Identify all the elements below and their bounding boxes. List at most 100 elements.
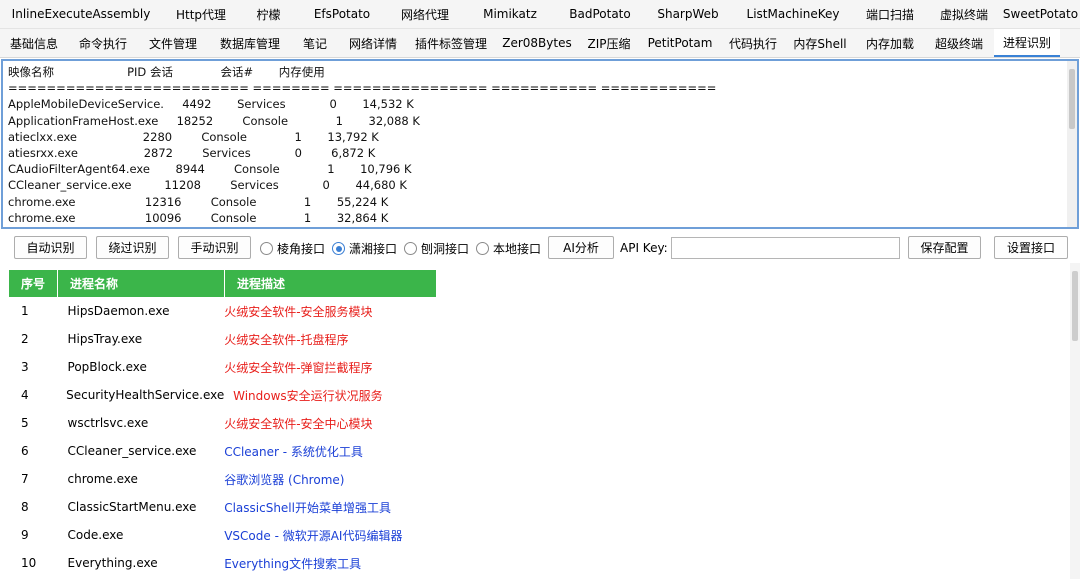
cell-index: 1	[21, 304, 29, 318]
cell-process-name: HipsTray.exe	[67, 332, 143, 346]
radio-icon	[476, 242, 489, 255]
table-row[interactable]: 8 ClassicStartMenu.exe ClassicShell开始菜单增…	[9, 493, 437, 521]
table-row[interactable]: 7 chrome.exe 谷歌浏览器 (Chrome)	[9, 465, 437, 493]
api-key-input[interactable]	[671, 237, 900, 259]
column-header-index[interactable]: 序号	[9, 270, 58, 297]
table-row[interactable]: 10 Everything.exe Everything文件搜索工具	[9, 549, 437, 577]
bypass-identify-button[interactable]: 绕过识别	[96, 236, 169, 259]
manual-identify-button[interactable]: 手动识别	[178, 236, 251, 259]
table-row[interactable]: 6 CCleaner_service.exe CCleaner - 系统优化工具	[9, 437, 437, 465]
tab-virtual-terminal[interactable]: 虚拟终端	[927, 0, 1001, 28]
tab-sweetpotato[interactable]: SweetPotato	[1001, 0, 1080, 28]
api-key-label: API Key:	[620, 241, 668, 255]
radio-xiaoxiang-api[interactable]: 潇湘接口	[332, 240, 397, 257]
tab-file-manager[interactable]: 文件管理	[138, 29, 208, 57]
cell-process-name: chrome.exe	[67, 472, 138, 486]
save-config-button[interactable]: 保存配置	[908, 236, 981, 259]
output-line: atieclxx.exe 2280 Console 1 13,792 K	[8, 129, 379, 144]
cell-index: 2	[21, 332, 29, 346]
tab-super-terminal[interactable]: 超级终端	[924, 29, 994, 57]
radio-lengjiao-api[interactable]: 棱角接口	[260, 240, 325, 257]
radio-selected-icon	[332, 242, 345, 255]
table-row[interactable]: 5 wsctrlsvc.exe 火绒安全软件-安全中心模块	[9, 409, 437, 437]
tab-basic-info[interactable]: 基础信息	[0, 29, 68, 57]
cell-index: 8	[21, 500, 29, 514]
table-row[interactable]: 2 HipsTray.exe 火绒安全软件-托盘程序	[9, 325, 437, 353]
tab-notes[interactable]: 笔记	[292, 29, 338, 57]
tab-plugin-tag-manager[interactable]: 插件标签管理	[408, 29, 494, 57]
radio-label: 刨洞接口	[421, 242, 470, 256]
tab-inlineexecuteassembly[interactable]: InlineExecuteAssembly	[0, 0, 162, 28]
cell-process-desc: Windows安全运行状况服务	[233, 388, 383, 403]
cell-process-name: Everything.exe	[67, 556, 158, 570]
table-header: 序号 进程名称 进程描述	[9, 270, 437, 297]
cell-process-name: CCleaner_service.exe	[67, 444, 197, 458]
tab-lemon[interactable]: 柠檬	[240, 0, 297, 28]
tasklist-output-textarea[interactable]: 映像名称 PID 会话 会话# 内存使用 ===================…	[1, 59, 1079, 229]
cell-process-desc: 火绒安全软件-安全服务模块	[224, 304, 373, 319]
cell-index: 6	[21, 444, 29, 458]
tab-zer08bytes[interactable]: Zer08Bytes	[494, 29, 580, 57]
tab-http-proxy[interactable]: Http代理	[162, 0, 240, 28]
column-header-process-name[interactable]: 进程名称	[58, 270, 225, 297]
tab-code-exec[interactable]: 代码执行	[722, 29, 784, 57]
set-interface-button[interactable]: 设置接口	[994, 236, 1068, 259]
column-header-process-desc[interactable]: 进程描述	[225, 270, 437, 297]
table-row[interactable]: 1 HipsDaemon.exe 火绒安全软件-安全服务模块	[9, 297, 437, 325]
tab-command-exec[interactable]: 命令执行	[68, 29, 138, 57]
cell-process-desc: CCleaner - 系统优化工具	[224, 444, 363, 459]
tab-process-identify[interactable]: 进程识别	[994, 29, 1060, 57]
output-scrollbar-thumb[interactable]	[1069, 69, 1075, 129]
tab-petitpotam[interactable]: PetitPotam	[638, 29, 722, 57]
radio-baodong-api[interactable]: 刨洞接口	[404, 240, 469, 257]
cell-process-name: ClassicStartMenu.exe	[67, 500, 197, 514]
process-result-table: 序号 进程名称 进程描述 1 HipsDaemon.exe 火绒安全软件-安全服…	[9, 270, 437, 577]
table-row[interactable]: 3 PopBlock.exe 火绒安全软件-弹窗拦截程序	[9, 353, 437, 381]
cell-index: 5	[21, 416, 29, 430]
table-row[interactable]: 4 SecurityHealthService.exe Windows安全运行状…	[9, 381, 437, 409]
cell-index: 7	[21, 472, 29, 486]
cell-process-name: HipsDaemon.exe	[67, 304, 170, 318]
tasklist-output-text: 映像名称 PID 会话 会话# 内存使用 ===================…	[3, 61, 1077, 226]
tab-efspotato[interactable]: EfsPotato	[297, 0, 387, 28]
cell-process-name: PopBlock.exe	[67, 360, 147, 374]
cell-index: 3	[21, 360, 29, 374]
ai-analyze-button[interactable]: AI分析	[548, 236, 614, 259]
tab-sharpweb[interactable]: SharpWeb	[643, 0, 733, 28]
tab-database-manager[interactable]: 数据库管理	[208, 29, 292, 57]
tab-network-details[interactable]: 网络详情	[338, 29, 408, 57]
output-line: chrome.exe 12316 Console 1 55,224 K	[8, 194, 389, 209]
radio-label: 棱角接口	[277, 242, 326, 256]
tab-port-scan[interactable]: 端口扫描	[853, 0, 927, 28]
tab-zip-compress[interactable]: ZIP压缩	[580, 29, 638, 57]
cell-index: 9	[21, 528, 29, 542]
output-line: CAudioFilterAgent64.exe 8944 Console 1 1…	[8, 162, 412, 177]
table-row[interactable]: 9 Code.exe VSCode - 微软开源AI代码编辑器	[9, 521, 437, 549]
radio-local-api[interactable]: 本地接口	[476, 240, 541, 257]
cell-process-desc: 火绒安全软件-弹窗拦截程序	[224, 360, 373, 375]
tab-mimikatz[interactable]: Mimikatz	[463, 0, 557, 28]
cell-process-desc: 谷歌浏览器 (Chrome)	[224, 472, 345, 487]
tab-network-proxy[interactable]: 网络代理	[387, 0, 463, 28]
tab-memory-shell[interactable]: 内存Shell	[784, 29, 856, 57]
cell-process-desc: Everything文件搜索工具	[224, 556, 362, 571]
cell-process-desc: 火绒安全软件-托盘程序	[224, 332, 349, 347]
output-line: atiesrxx.exe 2872 Services 0 6,872 K	[8, 146, 376, 161]
cell-process-desc: VSCode - 微软开源AI代码编辑器	[224, 528, 403, 543]
output-line: AppleMobileDeviceService. 4492 Services …	[8, 97, 414, 112]
plugin-tab-row-2: 基础信息 命令执行 文件管理 数据库管理 笔记 网络详情 插件标签管理 Zer0…	[0, 29, 1080, 58]
output-scrollbar[interactable]	[1067, 61, 1077, 227]
result-scrollbar-thumb[interactable]	[1072, 271, 1078, 341]
output-line: ApplicationFrameHost.exe 18252 Console 1…	[8, 113, 420, 128]
tab-listmachinekey[interactable]: ListMachineKey	[733, 0, 853, 28]
cell-index: 4	[21, 388, 29, 402]
radio-label: 本地接口	[493, 242, 542, 256]
auto-identify-button[interactable]: 自动识别	[14, 236, 87, 259]
tab-badpotato[interactable]: BadPotato	[557, 0, 643, 28]
cell-process-name: wsctrlsvc.exe	[67, 416, 149, 430]
controls-bar: 自动识别 绕过识别 手动识别 棱角接口 潇湘接口 刨洞接口 本地接口 AI分析 …	[0, 233, 1080, 263]
output-line: chrome.exe 10096 Console 1 32,864 K	[8, 210, 389, 225]
tab-memory-load[interactable]: 内存加载	[856, 29, 924, 57]
plugin-tab-row-1: InlineExecuteAssembly Http代理 柠檬 EfsPotat…	[0, 0, 1080, 29]
result-scrollbar[interactable]	[1070, 263, 1080, 579]
